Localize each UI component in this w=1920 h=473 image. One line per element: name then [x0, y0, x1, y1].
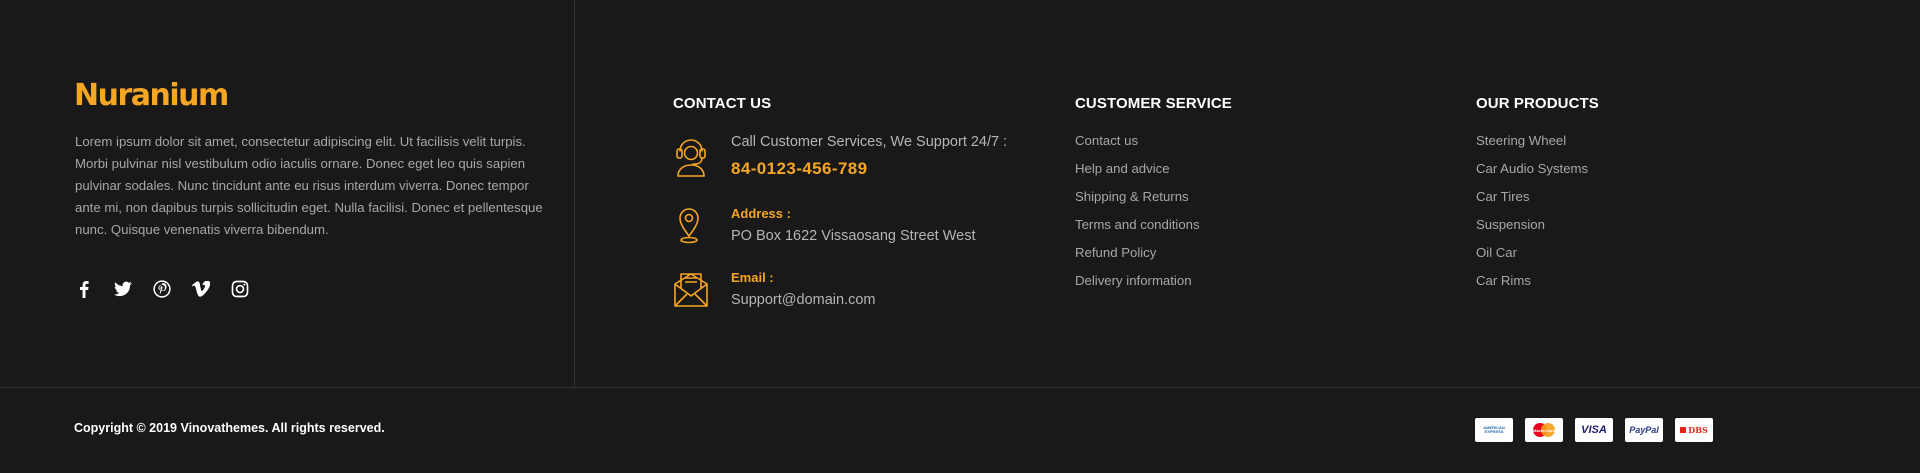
dbs-label: DBS	[1688, 425, 1708, 435]
envelope-icon	[674, 273, 708, 307]
instagram-icon[interactable]	[230, 278, 250, 300]
email-label: Email :	[731, 270, 774, 285]
products-title: OUR PRODUCTS	[1476, 95, 1599, 112]
mastercard-label: MasterCard	[1532, 427, 1555, 433]
facebook-icon[interactable]	[74, 278, 94, 300]
customer-service-title: CUSTOMER SERVICE	[1075, 95, 1232, 112]
vimeo-icon[interactable]	[191, 278, 211, 300]
social-links	[74, 278, 269, 300]
visa-label: VISA	[1581, 424, 1607, 436]
link-delivery-info[interactable]: Delivery information	[1075, 272, 1200, 300]
address-value: PO Box 1622 Vissaosang Street West	[731, 228, 976, 244]
phone-number[interactable]: 84-0123-456-789	[731, 159, 867, 179]
copyright-text: Copyright © 2019 Vinovathemes. All right…	[74, 421, 385, 435]
link-shipping-returns[interactable]: Shipping & Returns	[1075, 188, 1200, 216]
link-terms[interactable]: Terms and conditions	[1075, 216, 1200, 244]
link-car-tires[interactable]: Car Tires	[1476, 188, 1588, 216]
products-links: Steering Wheel Car Audio Systems Car Tir…	[1476, 132, 1588, 300]
contact-title: CONTACT US	[673, 95, 772, 112]
about-text: Lorem ipsum dolor sit amet, consectetur …	[75, 134, 543, 237]
link-car-audio[interactable]: Car Audio Systems	[1476, 160, 1588, 188]
location-pin-icon	[679, 208, 699, 244]
twitter-icon[interactable]	[113, 278, 133, 300]
mastercard-payment-icon: MasterCard	[1525, 418, 1563, 442]
link-steering-wheel[interactable]: Steering Wheel	[1476, 132, 1588, 160]
payment-methods: AMERICAN EXPRESS MasterCard VISA PayPal …	[1475, 418, 1725, 442]
link-car-rims[interactable]: Car Rims	[1476, 272, 1588, 300]
column-divider	[574, 0, 575, 388]
link-contact-us[interactable]: Contact us	[1075, 132, 1200, 160]
customer-service-links: Contact us Help and advice Shipping & Re…	[1075, 132, 1200, 300]
link-oil-car[interactable]: Oil Car	[1476, 244, 1588, 272]
support-text: Call Customer Services, We Support 24/7 …	[731, 134, 1008, 150]
amex-label: AMERICAN EXPRESS	[1483, 425, 1505, 434]
email-value[interactable]: Support@domain.com	[731, 292, 875, 308]
address-label: Address :	[731, 206, 791, 221]
headset-icon	[676, 139, 706, 177]
amex-payment-icon: AMERICAN EXPRESS	[1475, 418, 1513, 442]
visa-payment-icon: VISA	[1575, 418, 1613, 442]
pinterest-icon[interactable]	[152, 278, 172, 300]
dbs-payment-icon: DBS	[1675, 418, 1713, 442]
dbs-mark-icon	[1680, 427, 1687, 433]
paypal-label: PayPal	[1629, 425, 1659, 435]
site-logo[interactable]: Nuranium	[74, 78, 229, 113]
link-help-advice[interactable]: Help and advice	[1075, 160, 1200, 188]
paypal-payment-icon: PayPal	[1625, 418, 1663, 442]
link-refund-policy[interactable]: Refund Policy	[1075, 244, 1200, 272]
footer-divider	[0, 387, 1920, 388]
link-suspension[interactable]: Suspension	[1476, 216, 1588, 244]
